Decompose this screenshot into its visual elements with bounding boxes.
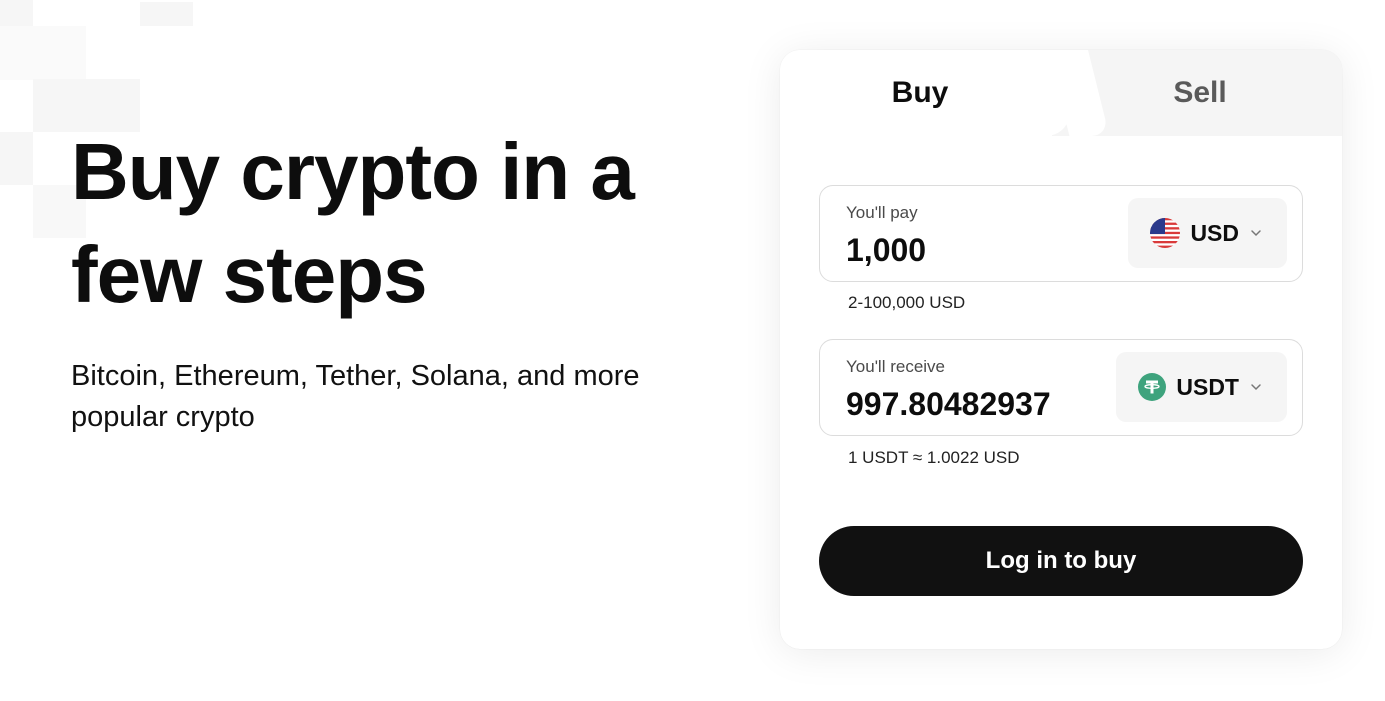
receive-currency-select[interactable]: USDT [1116,352,1287,422]
tether-icon [1138,373,1167,401]
chevron-down-icon [1251,230,1261,237]
receive-amount-input[interactable] [846,386,1106,423]
receive-field: You'll receive USDT [819,339,1303,436]
receive-label: You'll receive [846,357,946,376]
decor-pixel [0,26,86,80]
pay-currency-select[interactable]: USD [1128,198,1287,268]
page: Buy crypto in a few steps Bitcoin, Ether… [0,0,1385,701]
trade-card: Buy Sell You'll pay 1,000 USD 2-100,000 … [780,50,1342,649]
page-subtitle: Bitcoin, Ethereum, Tether, Solana, and m… [71,356,711,438]
trade-tabs: Buy Sell [780,50,1342,136]
decor-pixel [140,2,193,26]
page-title: Buy crypto in a few steps [71,120,711,326]
title-line-1: Buy crypto in a [71,127,635,216]
subtitle-line-1: Bitcoin, Ethereum, Tether, Solana, and m… [71,360,640,392]
us-flag-icon [1150,218,1181,248]
tab-sell[interactable]: Sell [1110,76,1290,110]
pay-amount-input[interactable] [846,232,1106,269]
pay-range-hint: 2-100,000 USD [848,293,966,312]
title-line-2: few steps [71,230,428,319]
decor-pixel [0,132,33,185]
pay-label: You'll pay [846,203,918,222]
chevron-down-icon [1251,384,1261,391]
subtitle-line-2: popular crypto [71,401,255,433]
receive-currency-code: USDT [1176,373,1239,400]
hero-section: Buy crypto in a few steps Bitcoin, Ether… [71,120,711,438]
decor-pixel [0,0,33,26]
exchange-rate-hint: 1 USDT ≈ 1.0022 USD [848,448,1020,467]
pay-currency-code: USD [1190,219,1239,246]
pay-field: You'll pay 1,000 USD [819,185,1303,282]
tab-buy[interactable]: Buy [830,76,1010,110]
login-to-buy-button[interactable]: Log in to buy [819,526,1303,596]
